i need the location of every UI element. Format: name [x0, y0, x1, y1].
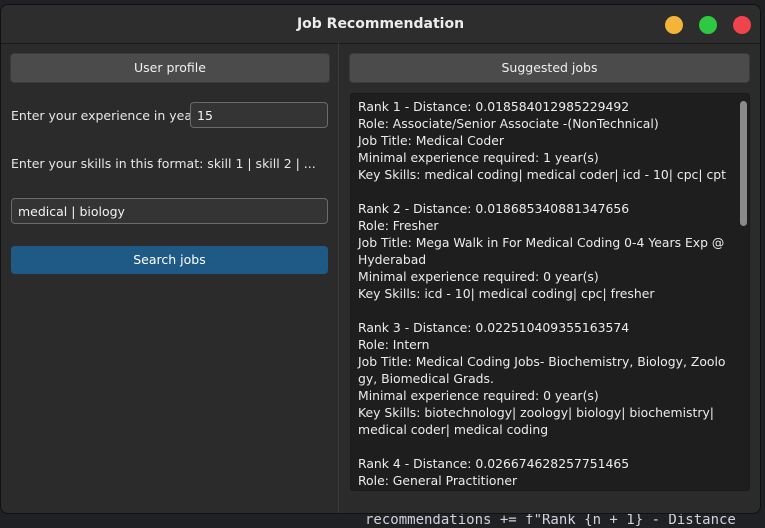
skills-label: Enter your skills in this format: skill … — [11, 156, 316, 171]
job-rank: Rank 3 - Distance: 0.022510409355163574 — [358, 320, 630, 335]
suggested-jobs-header[interactable]: Suggested jobs — [349, 53, 750, 83]
job-experience: Minimal experience required: 0 year(s) — [358, 269, 599, 284]
app-window: Job Recommendation User profile Enter yo… — [0, 4, 761, 514]
job-title: Job Title: Medical Coder — [358, 133, 504, 148]
skills-input[interactable]: medical | biology — [11, 198, 328, 224]
job-entry: Rank 3 - Distance: 0.022510409355163574 … — [358, 319, 728, 438]
job-rank: Rank 1 - Distance: 0.018584012985229492 — [358, 99, 630, 114]
job-skills: Key Skills: biotechnology| zoology| biol… — [358, 405, 714, 437]
job-experience: Minimal experience required: 1 year(s) — [358, 150, 599, 165]
job-rank: Rank 4 - Distance: 0.026674628257751465 — [358, 456, 630, 471]
pane-divider[interactable] — [338, 43, 339, 513]
job-skills: Key Skills: medical coding| medical code… — [358, 167, 727, 182]
window-title: Job Recommendation — [296, 16, 465, 32]
background-code-line: recommendations += f"Rank {n + 1} - Dist… — [365, 512, 736, 528]
close-button[interactable] — [733, 16, 751, 34]
maximize-button[interactable] — [699, 16, 717, 34]
job-rank: Rank 2 - Distance: 0.018685340881347656 — [358, 201, 630, 216]
results-list: Rank 1 - Distance: 0.018584012985229492 … — [358, 98, 728, 490]
experience-input[interactable]: 15 — [190, 102, 328, 128]
user-profile-header[interactable]: User profile — [10, 53, 330, 83]
search-jobs-button[interactable]: Search jobs — [11, 246, 328, 274]
experience-label: Enter your experience in year: — [11, 108, 202, 123]
job-title: Job Title: Medical Coding Jobs- Biochemi… — [358, 354, 726, 386]
job-entry: Rank 2 - Distance: 0.018685340881347656 … — [358, 200, 728, 302]
title-bar[interactable]: Job Recommendation — [1, 5, 760, 44]
job-entry: Rank 4 - Distance: 0.026674628257751465 … — [358, 455, 728, 489]
job-role: Role: General Practitioner — [358, 473, 518, 488]
job-role: Role: Intern — [358, 337, 430, 352]
job-entry: Rank 1 - Distance: 0.018584012985229492 … — [358, 98, 728, 183]
job-role: Role: Associate/Senior Associate -(NonTe… — [358, 116, 659, 131]
minimize-button[interactable] — [665, 16, 683, 34]
results-scrollbar[interactable] — [740, 101, 747, 226]
job-experience: Minimal experience required: 0 year(s) — [358, 388, 599, 403]
job-title: Job Title: Mega Walk in For Medical Codi… — [358, 235, 725, 267]
job-skills: Key Skills: icd - 10| medical coding| cp… — [358, 286, 655, 301]
results-text-area[interactable]: Rank 1 - Distance: 0.018584012985229492 … — [350, 93, 750, 491]
job-role: Role: Fresher — [358, 218, 439, 233]
